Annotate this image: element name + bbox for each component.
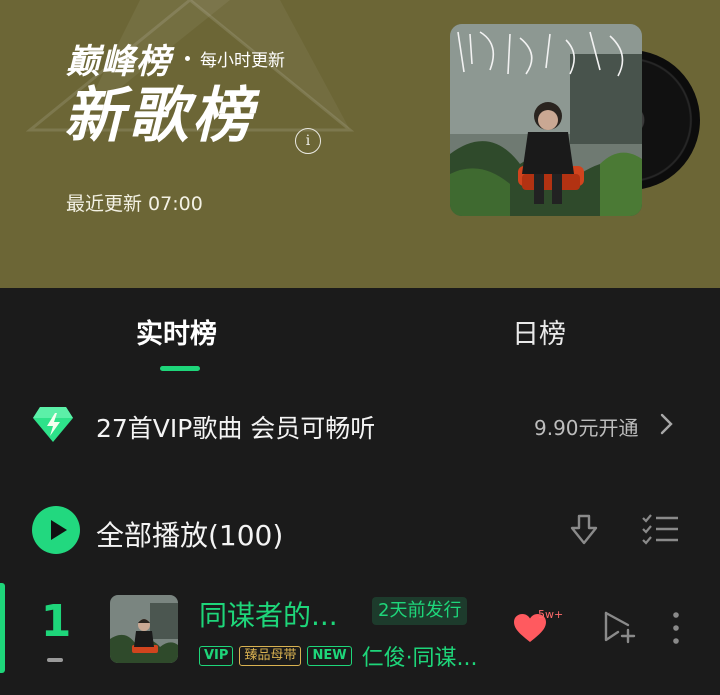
vip-price-button[interactable]: 9.90元开通 — [534, 412, 639, 441]
vip-banner-text[interactable]: 27首VIP歌曲 会员可畅听 — [96, 409, 375, 445]
active-tab-indicator — [160, 366, 200, 371]
chart-header: 巅峰榜 每小时更新 新歌榜 i 最近更新 07:00 — [0, 0, 720, 288]
download-icon[interactable] — [566, 512, 602, 548]
multi-select-icon[interactable] — [640, 512, 680, 548]
song-title[interactable]: 同谋者的... — [199, 594, 338, 634]
play-all-button[interactable] — [32, 506, 80, 554]
rank-change-indicator — [47, 658, 63, 662]
brand-row: 巅峰榜 每小时更新 — [66, 34, 285, 83]
chevron-right-icon[interactable] — [656, 412, 678, 436]
page-title: 新歌榜 — [64, 81, 256, 151]
tab-daily[interactable]: 日榜 — [512, 312, 566, 351]
rank-number: 1 — [40, 596, 72, 647]
update-frequency: 每小时更新 — [200, 51, 285, 71]
artist-album[interactable]: 仁俊·同谋... — [362, 640, 478, 672]
brand-logo: 巅峰榜 — [66, 42, 171, 82]
last-updated: 最近更新 07:00 — [66, 193, 203, 215]
song-thumbnail[interactable] — [110, 595, 178, 663]
info-icon[interactable]: i — [295, 128, 321, 154]
more-icon[interactable] — [670, 610, 682, 646]
vip-tag: VIP — [199, 646, 234, 666]
diamond-icon — [33, 407, 73, 442]
separator-dot — [185, 56, 190, 61]
now-playing-indicator — [0, 583, 5, 673]
like-count: 5w+ — [538, 608, 564, 621]
album-cover[interactable] — [450, 24, 642, 216]
song-tags: VIP 臻品母带 NEW 仁俊·同谋... — [199, 640, 478, 672]
release-badge: 2天前发行 — [372, 597, 468, 625]
tab-realtime[interactable]: 实时榜 — [136, 312, 217, 351]
play-all-label[interactable]: 全部播放(100) — [96, 514, 283, 554]
add-to-queue-icon[interactable] — [602, 610, 638, 644]
new-tag: NEW — [307, 646, 352, 666]
master-quality-tag: 臻品母带 — [239, 646, 302, 666]
play-icon — [51, 520, 67, 540]
